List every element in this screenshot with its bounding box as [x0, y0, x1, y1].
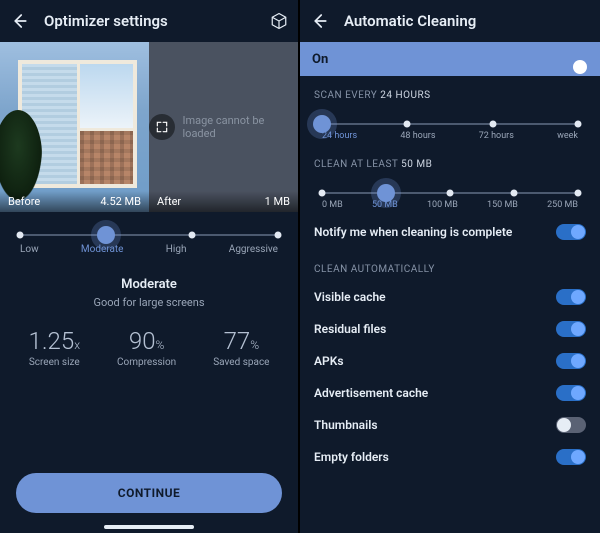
- slider-label: Aggressive: [229, 244, 278, 255]
- continue-button[interactable]: CONTINUE: [16, 473, 282, 513]
- optimizer-panel: Optimizer settings Before 4.52 MB: [0, 0, 300, 533]
- slider-stop[interactable]: [511, 190, 518, 197]
- slider-stop[interactable]: [575, 121, 582, 128]
- scan-slider[interactable]: 24 hours 48 hours 72 hours week: [300, 107, 600, 145]
- auto-item-label: Advertisement cache: [314, 386, 428, 400]
- slider-stop[interactable]: [377, 184, 395, 202]
- slider-stop[interactable]: [97, 226, 115, 244]
- clean-at-least-head: CLEAN AT LEAST 50 MB: [300, 145, 600, 176]
- auto-item-toggle[interactable]: [556, 385, 586, 401]
- slider-label: 72 hours: [479, 131, 514, 141]
- slider-stop[interactable]: [17, 232, 24, 239]
- slider-stop[interactable]: [575, 190, 582, 197]
- auto-header: Automatic Cleaning: [300, 0, 600, 42]
- scan-every-head: SCAN EVERY 24 HOURS: [300, 76, 600, 107]
- optimizer-header: Optimizer settings: [0, 0, 298, 42]
- stat-screen-size: 1.25x Screen size: [29, 327, 81, 368]
- auto-cleaning-panel: Automatic Cleaning On SCAN EVERY 24 HOUR…: [300, 0, 600, 533]
- slider-label: 150 MB: [487, 200, 518, 210]
- auto-item[interactable]: Visible cache: [300, 281, 600, 313]
- slider-stop[interactable]: [313, 115, 331, 133]
- auto-item[interactable]: Residual files: [300, 313, 600, 345]
- before-label: Before: [8, 195, 40, 208]
- slider-label: 100 MB: [427, 200, 458, 210]
- after-error: Image cannot be loaded: [183, 114, 299, 140]
- quality-title: Moderate: [0, 277, 298, 292]
- auto-item-toggle[interactable]: [556, 353, 586, 369]
- master-toggle-banner[interactable]: On: [300, 42, 600, 76]
- auto-item-label: APKs: [314, 354, 343, 368]
- slider-label: Low: [20, 244, 39, 255]
- cube-icon[interactable]: [270, 12, 288, 30]
- after-image[interactable]: Image cannot be loaded After 1 MB: [149, 42, 298, 212]
- slider-stop[interactable]: [275, 232, 282, 239]
- auto-item-toggle[interactable]: [556, 417, 586, 433]
- expand-icon[interactable]: [149, 114, 175, 140]
- slider-label: 48 hours: [400, 131, 435, 141]
- compare-row: Before 4.52 MB Image cannot be loaded Af…: [0, 42, 298, 212]
- auto-item-label: Thumbnails: [314, 418, 378, 432]
- page-title: Optimizer settings: [44, 12, 254, 30]
- notify-label: Notify me when cleaning is complete: [314, 225, 512, 239]
- auto-item[interactable]: APKs: [300, 345, 600, 377]
- auto-item[interactable]: Advertisement cache: [300, 377, 600, 409]
- slider-stop[interactable]: [404, 121, 411, 128]
- stat-saved-space: 77% Saved space: [213, 327, 269, 368]
- slider-label: week: [557, 131, 578, 141]
- slider-label: High: [166, 244, 187, 255]
- back-icon[interactable]: [10, 12, 28, 30]
- stats-row: 1.25x Screen size 90% Compression 77% Sa…: [0, 327, 298, 368]
- on-label: On: [312, 52, 328, 67]
- after-size: 1 MB: [265, 195, 290, 208]
- clean-auto-head: CLEAN AUTOMATICALLY: [300, 250, 600, 281]
- slider-stop[interactable]: [489, 121, 496, 128]
- after-label: After: [157, 195, 181, 208]
- auto-item-label: Residual files: [314, 322, 386, 336]
- auto-item-toggle[interactable]: [556, 321, 586, 337]
- before-size: 4.52 MB: [100, 195, 141, 208]
- auto-item[interactable]: Thumbnails: [300, 409, 600, 441]
- auto-item-label: Visible cache: [314, 290, 386, 304]
- slider-stop[interactable]: [319, 190, 326, 197]
- slider-stop[interactable]: [189, 232, 196, 239]
- quality-slider[interactable]: Low Moderate High Aggressive: [0, 212, 298, 263]
- auto-item[interactable]: Empty folders: [300, 441, 600, 473]
- notify-toggle[interactable]: [556, 224, 586, 240]
- auto-item-toggle[interactable]: [556, 449, 586, 465]
- slider-label: 0 MB: [322, 200, 343, 210]
- slider-label: 24 hours: [322, 131, 357, 141]
- quality-subtitle: Good for large screens: [0, 296, 298, 309]
- back-icon[interactable]: [310, 12, 328, 30]
- clean-size-slider[interactable]: 0 MB50 MB100 MB150 MB250 MB: [300, 176, 600, 214]
- before-image[interactable]: Before 4.52 MB: [0, 42, 149, 212]
- slider-stop[interactable]: [447, 190, 454, 197]
- nav-bar-pill: [104, 525, 194, 529]
- auto-item-label: Empty folders: [314, 450, 389, 464]
- slider-label: 250 MB: [547, 200, 578, 210]
- slider-label: Moderate: [81, 244, 124, 255]
- stat-compression: 90% Compression: [117, 327, 176, 368]
- notify-row[interactable]: Notify me when cleaning is complete: [300, 214, 600, 250]
- auto-item-toggle[interactable]: [556, 289, 586, 305]
- page-title: Automatic Cleaning: [344, 12, 590, 30]
